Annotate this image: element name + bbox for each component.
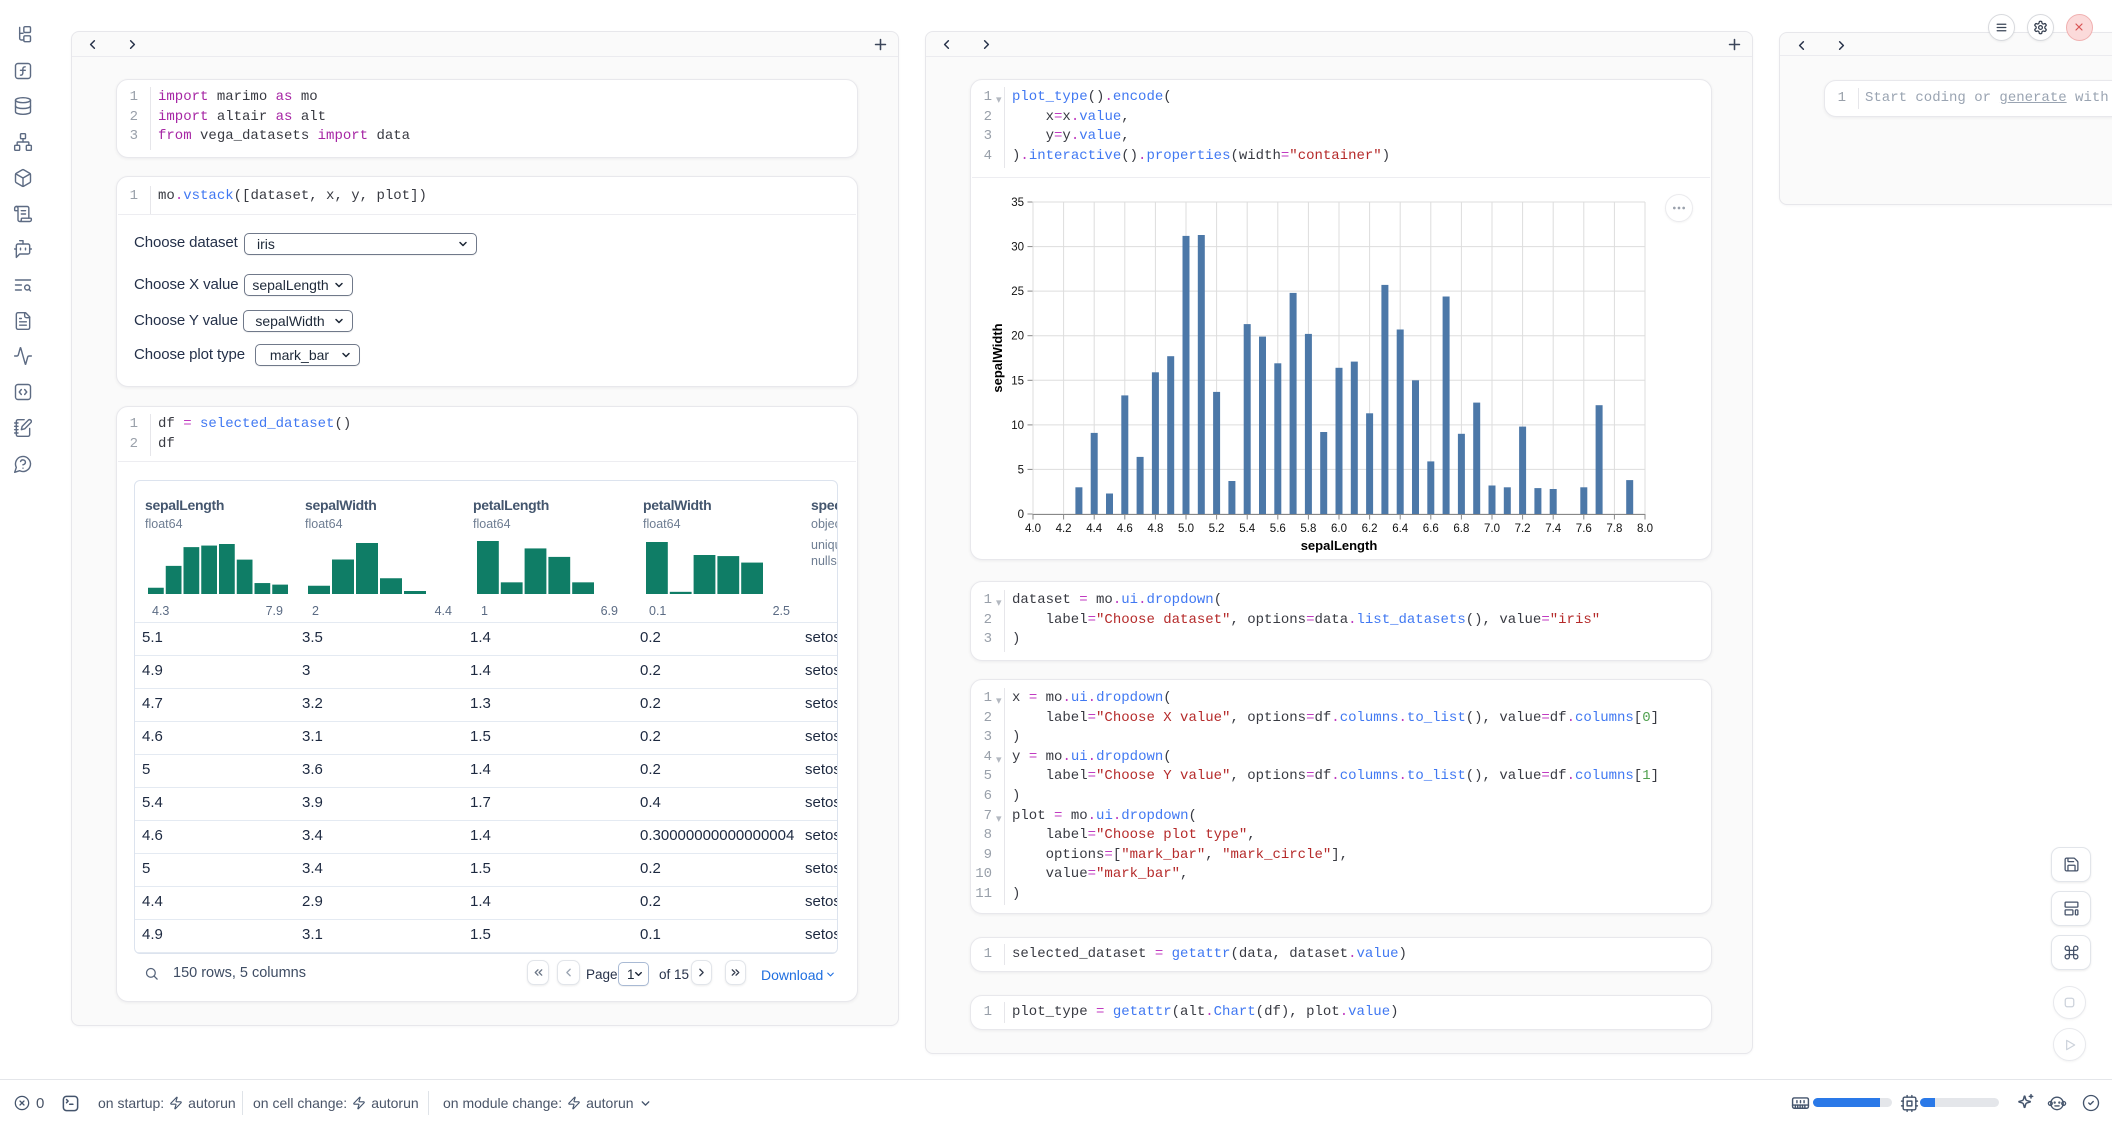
svg-text:sepalWidth: sepalWidth [990,323,1005,392]
svg-text:6.2: 6.2 [1362,523,1378,535]
svg-text:0: 0 [1018,509,1024,521]
svg-text:5.0: 5.0 [1178,523,1194,535]
svg-text:6.0: 6.0 [1331,523,1347,535]
svg-text:5.4: 5.4 [1239,523,1256,535]
svg-text:20: 20 [1011,331,1024,343]
svg-text:5.6: 5.6 [1270,523,1286,535]
svg-text:7.0: 7.0 [1484,523,1500,535]
svg-text:7.2: 7.2 [1515,523,1531,535]
svg-text:6.6: 6.6 [1423,523,1439,535]
svg-text:6.8: 6.8 [1453,523,1469,535]
svg-text:8.0: 8.0 [1637,523,1653,535]
svg-text:30: 30 [1011,242,1024,254]
svg-text:25: 25 [1011,286,1024,298]
svg-text:6.4: 6.4 [1392,523,1409,535]
svg-text:7.8: 7.8 [1606,523,1622,535]
svg-text:4.6: 4.6 [1117,523,1133,535]
svg-text:5.8: 5.8 [1300,523,1316,535]
svg-text:7.4: 7.4 [1545,523,1562,535]
svg-text:10: 10 [1011,420,1024,432]
svg-text:5.2: 5.2 [1209,523,1225,535]
svg-text:4.0: 4.0 [1025,523,1041,535]
svg-text:4.4: 4.4 [1086,523,1103,535]
svg-text:7.6: 7.6 [1576,523,1592,535]
svg-text:15: 15 [1011,375,1024,387]
svg-text:4.2: 4.2 [1056,523,1072,535]
svg-text:4.8: 4.8 [1147,523,1163,535]
svg-text:35: 35 [1011,197,1024,209]
svg-text:sepalLength: sepalLength [1301,538,1378,553]
svg-text:5: 5 [1018,464,1024,476]
